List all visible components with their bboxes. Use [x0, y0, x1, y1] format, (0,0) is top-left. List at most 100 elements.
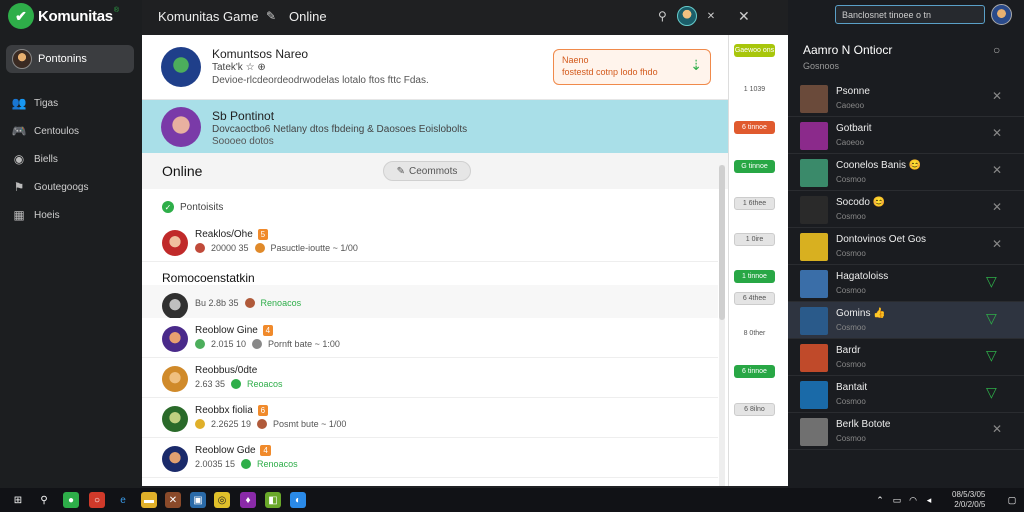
status-pill[interactable]: 6 8ilno: [734, 403, 775, 416]
row-name: Reobbx fiolia 6: [195, 405, 269, 416]
profile-card[interactable]: Komuntsos Nareo Tatek'k ☆ ⊕ Devioe-rlcde…: [142, 35, 728, 100]
list-item[interactable]: Reobbx fiolia 6 2.2625 19 Posmt bute ~ 1/…: [142, 398, 718, 438]
game-icon: [231, 379, 242, 389]
store-icon[interactable]: ▣: [190, 492, 206, 508]
app-logo[interactable]: ✔ Komunitas ®: [8, 3, 119, 29]
close-icon[interactable]: ✕: [992, 237, 1002, 251]
status-pill[interactable]: G tinnoe: [734, 160, 775, 173]
highlight-card[interactable]: Sb Pontinot Dovcaoctbo6 Netlany dtos fbd…: [142, 100, 728, 153]
avatar: [161, 107, 201, 147]
notification-icon[interactable]: ▢: [1004, 492, 1020, 508]
edge-icon[interactable]: e: [115, 492, 131, 508]
list-item[interactable]: Reoblow Gde 4 2.0035 15 Renoacos: [142, 438, 718, 478]
chevron-up-icon[interactable]: ⌃: [872, 492, 888, 508]
app-icon[interactable]: ◎: [214, 492, 230, 508]
sidebar-item-4[interactable]: ⚑ Goutegoogs: [12, 177, 137, 197]
wifi-icon[interactable]: ◠: [905, 492, 921, 508]
status-pill[interactable]: 6 tinnoe: [734, 121, 775, 134]
promo-text: fostestd cotnp lodo fhdo: [562, 67, 658, 77]
avatar: [800, 85, 828, 113]
status-pill[interactable]: 1 tinnoe: [734, 270, 775, 283]
close-icon[interactable]: ○: [993, 43, 1000, 57]
promo-banner[interactable]: Naeno fostestd cotnp lodo fhdo ⇣: [553, 49, 711, 85]
taskbar: ⊞ ⚲ ● ○ e ▬ ✕ ▣ ◎ ♦ ◧ ◐ ⌃ ▭ ◠ ◂ 08/5/3/0…: [0, 488, 1024, 512]
close-icon[interactable]: ✕: [992, 126, 1002, 140]
sidebar-item-2[interactable]: 🎮 Centoulos: [12, 121, 137, 141]
close-icon[interactable]: ✕: [992, 200, 1002, 214]
chevron-down-icon[interactable]: ▽: [986, 347, 997, 364]
avatar: [800, 307, 828, 335]
close-icon[interactable]: ✕: [992, 89, 1002, 103]
friend-status: Cosmoo: [836, 286, 866, 295]
sidebar-item-5[interactable]: ▦ Hoeis: [12, 205, 137, 225]
status-pill[interactable]: 1 1039: [734, 83, 775, 96]
chevron-down-icon[interactable]: ▽: [986, 384, 997, 401]
avatar[interactable]: [676, 6, 697, 26]
close-icon[interactable]: ✕: [738, 8, 750, 25]
windows-start-icon[interactable]: ⊞: [10, 492, 26, 508]
friend-row[interactable]: Socodo 😊 Cosmoo ✕: [788, 191, 1024, 228]
status-pill[interactable]: 1 0ire: [734, 233, 775, 246]
folder-icon[interactable]: ▬: [141, 492, 157, 508]
user-icon[interactable]: ⚲: [658, 9, 667, 23]
level-badge: 4: [262, 325, 274, 336]
app-icon[interactable]: ♦: [240, 492, 256, 508]
list-item[interactable]: Reobbus/0dte 2.63 35 Reoacos: [142, 358, 718, 398]
friend-name: Berlk Botote: [836, 419, 891, 430]
game-icon: [257, 419, 268, 429]
sidebar-item-3[interactable]: ◉ Biells: [12, 149, 137, 169]
sidebar-item-label: Biells: [34, 153, 58, 165]
game-app-icon[interactable]: ✕: [165, 492, 181, 508]
close-icon[interactable]: ✕: [992, 422, 1002, 436]
friend-row[interactable]: Dontovinos Oet Gos Cosmoo ✕: [788, 228, 1024, 265]
status-pill[interactable]: 6 tinnoe: [734, 365, 775, 378]
panel-subtitle: Gosnoos: [803, 61, 840, 71]
opera-icon[interactable]: ○: [89, 492, 105, 508]
game-icon: [244, 298, 255, 308]
sidebar-item-label: Hoeis: [34, 209, 60, 221]
avatar: [800, 344, 828, 372]
avatar: [161, 47, 201, 87]
pencil-icon[interactable]: ✎: [266, 9, 276, 23]
chrome-icon[interactable]: ●: [63, 492, 79, 508]
app-icon[interactable]: ◐: [290, 492, 306, 508]
chevron-down-icon: ⇣: [690, 57, 702, 73]
sidebar-item-1[interactable]: 👥 Tigas: [12, 93, 137, 113]
check-icon: ✓: [162, 201, 174, 213]
chevron-down-icon[interactable]: ▽: [986, 273, 997, 290]
scrollbar-thumb[interactable]: [719, 165, 725, 320]
network-icon[interactable]: ▭: [889, 492, 905, 508]
friend-row[interactable]: Bantait Cosmoo ▽: [788, 376, 1024, 413]
status-pill[interactable]: 1 6thee: [734, 197, 775, 210]
search-input[interactable]: [835, 5, 985, 24]
search-icon[interactable]: ⚲: [36, 492, 52, 508]
friend-row[interactable]: Psonne Caoeoo ✕: [788, 80, 1024, 117]
friend-row[interactable]: Bardr Cosmoo ▽: [788, 339, 1024, 376]
comments-button[interactable]: ✎ Ceommots: [383, 161, 471, 181]
friend-status: Cosmoo: [836, 397, 866, 406]
friend-row[interactable]: Gomins 👍 Cosmoo ▽: [788, 302, 1024, 339]
top-bar: Komunitas Game ✎ Online ⚲ ✕ ✕: [142, 0, 788, 35]
section-title: Online: [162, 163, 203, 179]
app-icon[interactable]: ◧: [265, 492, 281, 508]
status-pill[interactable]: 6 4thee: [734, 292, 775, 305]
avatar: [162, 446, 188, 472]
avatar[interactable]: [991, 4, 1012, 25]
friend-name: Hagatoloiss: [836, 271, 889, 282]
friend-row[interactable]: Gotbarit Caoeoo ✕: [788, 117, 1024, 154]
collapse-icon[interactable]: ✕: [707, 11, 715, 22]
comment-icon: ✎: [396, 165, 406, 177]
clock[interactable]: 08/5/3/05 2/0/2/0/5: [952, 490, 985, 510]
status-pill[interactable]: 8 0ther: [734, 327, 775, 340]
friends-label-text: Pontoisits: [180, 201, 224, 213]
close-icon[interactable]: ✕: [992, 163, 1002, 177]
friend-row[interactable]: Coonelos Banis 😊 Cosmoo ✕: [788, 154, 1024, 191]
sidebar-item-active[interactable]: Pontonins: [6, 45, 134, 73]
friend-row[interactable]: Berlk Botote Cosmoo ✕: [788, 413, 1024, 450]
status-pill[interactable]: Gaewoo ons: [734, 44, 775, 57]
speaker-icon[interactable]: ◂: [921, 492, 937, 508]
list-item[interactable]: Reoblow Gine 4 2.015 10 Pornft bate ~ 1:0…: [142, 318, 718, 358]
friend-row[interactable]: Hagatoloiss Cosmoo ▽: [788, 265, 1024, 302]
chevron-down-icon[interactable]: ▽: [986, 310, 997, 327]
list-item[interactable]: Reaklos/Ohe 5 20000 35 Pasuctle-ioutte ~ …: [142, 222, 718, 262]
